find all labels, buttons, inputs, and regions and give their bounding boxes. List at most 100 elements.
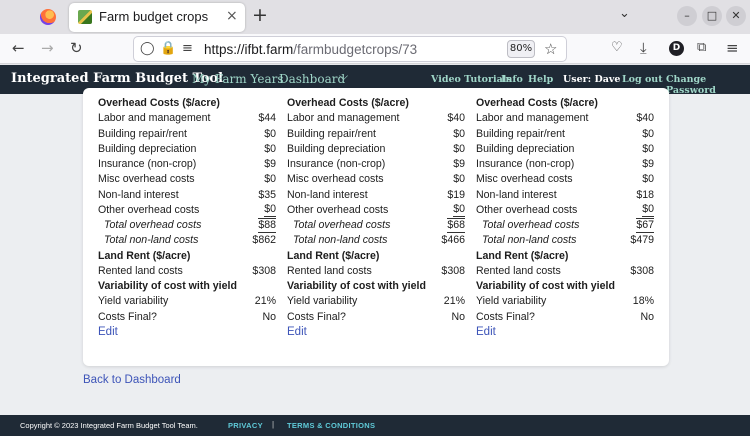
repair-label: Building repair/rent	[476, 127, 565, 140]
crop-column: Overhead Costs ($/acre) Labor and manage…	[476, 96, 654, 325]
non-land-interest-label: Non-land interest	[98, 188, 179, 201]
tab-close-icon[interactable]: ×	[226, 8, 238, 24]
permissions-icon[interactable]: ≡	[182, 41, 193, 57]
edit-link[interactable]: Edit	[476, 326, 496, 338]
browser-tab[interactable]: Farm budget crops ×	[69, 3, 245, 32]
variability-heading: Variability of cost with yield	[476, 280, 615, 292]
forward-arrow-icon[interactable]: →	[41, 39, 54, 57]
yield-variability-label: Yield variability	[287, 295, 358, 308]
edit-link[interactable]: Edit	[98, 326, 118, 338]
misc-overhead-label: Misc overhead costs	[476, 173, 573, 186]
rented-land-label: Rented land costs	[287, 264, 372, 277]
list-all-tabs-chevron-icon[interactable]: ⌄	[619, 6, 630, 21]
other-overhead-value: $0	[264, 202, 276, 217]
depreciation-label: Building depreciation	[476, 142, 575, 155]
nav-logout[interactable]: Log out	[622, 74, 663, 85]
rented-land-label: Rented land costs	[98, 264, 183, 277]
other-overhead-label: Other overhead costs	[476, 203, 578, 216]
address-bar[interactable]: ◯ 🔒 ≡ https://ifbt.farm/farmbudgetcrops/…	[133, 36, 567, 62]
repair-value: $0	[264, 127, 276, 140]
non-land-interest-label: Non-land interest	[476, 188, 557, 201]
costs-final-label: Costs Final?	[287, 310, 346, 323]
variability-heading: Variability of cost with yield	[287, 280, 426, 292]
total-non-land-value: $479	[630, 234, 654, 247]
depreciation-label: Building depreciation	[287, 142, 386, 155]
dashboard-chevron-down-icon[interactable]: ⌵	[339, 69, 348, 84]
minimize-window-icon[interactable]: –	[677, 6, 697, 26]
variability-heading: Variability of cost with yield	[98, 280, 237, 292]
rented-land-value: $308	[441, 264, 465, 277]
footer-separator: |	[272, 420, 275, 429]
url-text[interactable]: https://ifbt.farm/farmbudgetcrops/73	[204, 42, 417, 57]
terms-link[interactable]: TERMS & CONDITIONS	[287, 421, 375, 430]
new-tab-button[interactable]: +	[252, 5, 268, 25]
back-to-dashboard-link[interactable]: Back to Dashboard	[83, 374, 181, 386]
costs-final-label: Costs Final?	[98, 310, 157, 323]
main-content: Overhead Costs ($/acre) Labor and manage…	[0, 88, 750, 415]
yield-variability-label: Yield variability	[476, 295, 547, 308]
misc-overhead-value: $0	[264, 173, 276, 186]
total-non-land-value: $862	[252, 234, 276, 247]
misc-overhead-label: Misc overhead costs	[287, 173, 384, 186]
nav-dashboard[interactable]: Dashboard	[279, 72, 345, 86]
nav-my-farm-years[interactable]: My Farm Years	[192, 72, 284, 86]
bookmark-star-icon[interactable]: ☆	[544, 40, 557, 58]
lock-icon[interactable]: 🔒	[160, 41, 176, 57]
total-overhead-value: $68	[447, 218, 465, 233]
extensions-icon[interactable]: ⧉	[697, 39, 706, 57]
rented-land-label: Rented land costs	[476, 264, 561, 277]
insurance-value: $9	[264, 158, 276, 170]
non-land-interest-label: Non-land interest	[287, 188, 368, 201]
total-overhead-value: $67	[636, 218, 654, 233]
nav-info[interactable]: Info	[501, 74, 523, 85]
back-arrow-icon[interactable]: ←	[12, 39, 25, 57]
labor-value: $44	[258, 112, 276, 125]
nav-change-password[interactable]: Change Password	[666, 74, 750, 96]
repair-value: $0	[453, 127, 465, 140]
edit-link[interactable]: Edit	[287, 326, 307, 338]
overhead-heading: Overhead Costs ($/acre)	[98, 97, 220, 109]
other-overhead-label: Other overhead costs	[98, 203, 200, 216]
other-overhead-label: Other overhead costs	[287, 203, 389, 216]
labor-label: Labor and management	[287, 112, 400, 125]
site-footer: Copyright © 2023 Integrated Farm Budget …	[0, 415, 750, 436]
repair-label: Building repair/rent	[287, 127, 376, 140]
total-non-land-label: Total non-land costs	[104, 234, 199, 247]
yield-variability-value: 21%	[443, 295, 465, 308]
privacy-link[interactable]: PRIVACY	[228, 421, 263, 430]
labor-value: $40	[447, 112, 465, 125]
close-window-icon[interactable]: ✕	[726, 6, 746, 26]
browser-nav-bar: ← → ↻ ◯ 🔒 ≡ https://ifbt.farm/farmbudget…	[0, 34, 750, 64]
total-non-land-label: Total non-land costs	[293, 234, 388, 247]
repair-label: Building repair/rent	[98, 127, 187, 140]
nav-help[interactable]: Help	[528, 74, 553, 85]
depreciation-value: $0	[453, 142, 465, 155]
app-menu-icon[interactable]: ≡	[726, 39, 739, 57]
land-rent-heading: Land Rent ($/acre)	[476, 249, 569, 262]
rented-land-value: $308	[252, 264, 276, 277]
crop-column: Overhead Costs ($/acre) Labor and manage…	[98, 96, 276, 325]
browser-tab-strip: Farm budget crops × + ⌄ – □ ✕	[0, 0, 750, 34]
insurance-label: Insurance (non-crop)	[476, 158, 575, 170]
total-overhead-value: $88	[258, 218, 276, 233]
zoom-level-badge[interactable]: 80%	[507, 40, 535, 58]
labor-label: Labor and management	[98, 112, 211, 125]
downloads-icon[interactable]: ⤓	[640, 39, 647, 57]
account-avatar[interactable]: D	[669, 41, 684, 56]
rented-land-value: $308	[630, 264, 654, 277]
depreciation-value: $0	[264, 142, 276, 155]
other-overhead-value: $0	[642, 202, 654, 217]
site-favicon-icon	[78, 10, 92, 24]
maximize-window-icon[interactable]: □	[702, 6, 722, 26]
costs-final-value: No	[451, 310, 465, 323]
nav-video-tutorials[interactable]: Video Tutorials	[431, 74, 512, 85]
pocket-icon[interactable]: ♡	[611, 39, 623, 57]
crop-column: Overhead Costs ($/acre) Labor and manage…	[287, 96, 465, 325]
yield-variability-value: 21%	[254, 295, 276, 308]
insurance-label: Insurance (non-crop)	[287, 158, 386, 170]
land-rent-heading: Land Rent ($/acre)	[287, 249, 380, 262]
copyright-text: Copyright © 2023 Integrated Farm Budget …	[20, 421, 198, 430]
insurance-label: Insurance (non-crop)	[98, 158, 197, 170]
reload-icon[interactable]: ↻	[70, 39, 83, 57]
tracking-protection-shield-icon[interactable]: ◯	[140, 41, 155, 57]
